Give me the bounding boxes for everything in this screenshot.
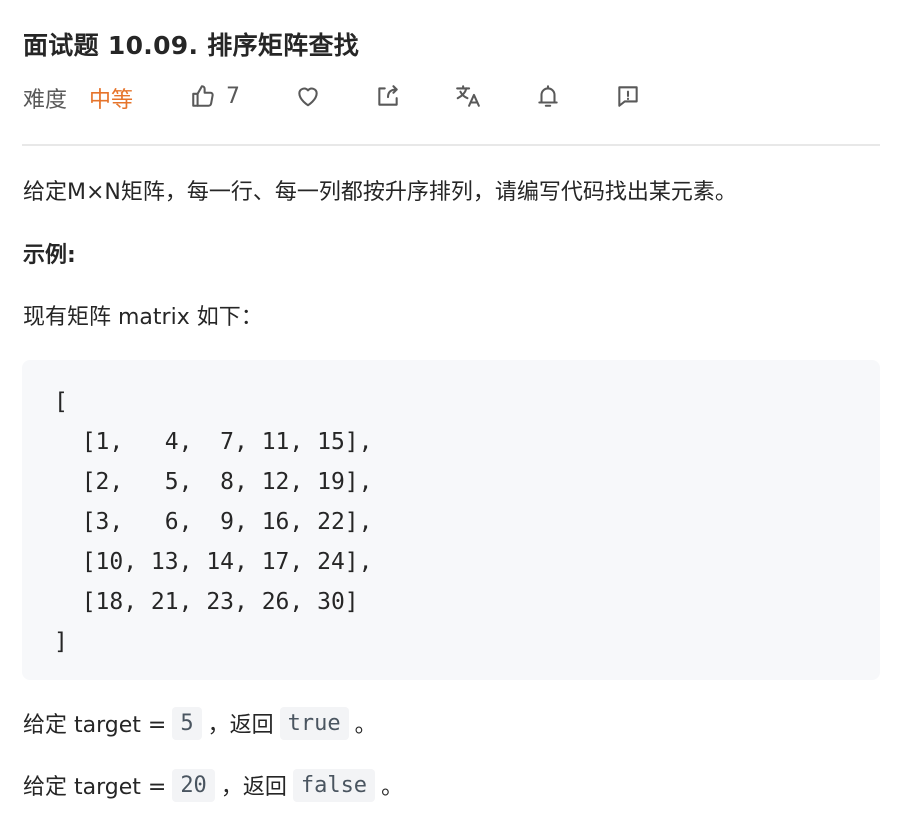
heart-icon[interactable] (294, 82, 322, 110)
share-icon[interactable] (374, 82, 402, 110)
comment-icon[interactable] (614, 82, 642, 110)
example-1-prefix: 给定 target = (23, 713, 167, 738)
difficulty-badge: 中等 (89, 88, 134, 113)
example-1-target: 5 (172, 706, 202, 740)
example-1-suffix: 。 (354, 713, 377, 738)
problem-description: 给定M×N矩阵，每一行、每一列都按升序排列，请编写代码找出某元素。 (23, 180, 737, 205)
problem-title: 面试题 10.09. 排序矩阵查找 (23, 31, 360, 60)
example-2: 给定 target = 20 ，返回 false 。 (23, 765, 403, 805)
example-2-target: 20 (172, 768, 215, 802)
matrix-code: [ [1, 4, 7, 11, 15], [2, 5, 8, 12, 19], … (54, 389, 373, 655)
example-heading: 示例: (23, 243, 76, 268)
example-1: 给定 target = 5 ，返回 true 。 (23, 703, 377, 743)
example-1-middle: ，返回 (207, 713, 274, 738)
matrix-code-block: [ [1, 4, 7, 11, 15], [2, 5, 8, 12, 19], … (22, 360, 880, 680)
example-2-result: false (292, 768, 376, 802)
problem-meta: 难度 中等 (23, 80, 133, 116)
example-2-prefix: 给定 target = (23, 775, 167, 800)
problem-page: 面试题 10.09. 排序矩阵查找 难度 中等 7 给定M×N矩阵，每一行、每一… (0, 0, 920, 838)
bell-icon[interactable] (534, 82, 562, 110)
difficulty-label: 难度 (23, 88, 68, 113)
like-count: 7 (226, 84, 240, 109)
translate-icon[interactable] (454, 82, 482, 110)
example-2-suffix: 。 (381, 775, 404, 800)
example-2-middle: ，返回 (220, 775, 287, 800)
thumbs-up-icon[interactable] (189, 82, 217, 110)
matrix-intro: 现有矩阵 matrix 如下： (23, 305, 263, 330)
header-divider (22, 144, 880, 146)
example-1-result: true (279, 706, 349, 740)
